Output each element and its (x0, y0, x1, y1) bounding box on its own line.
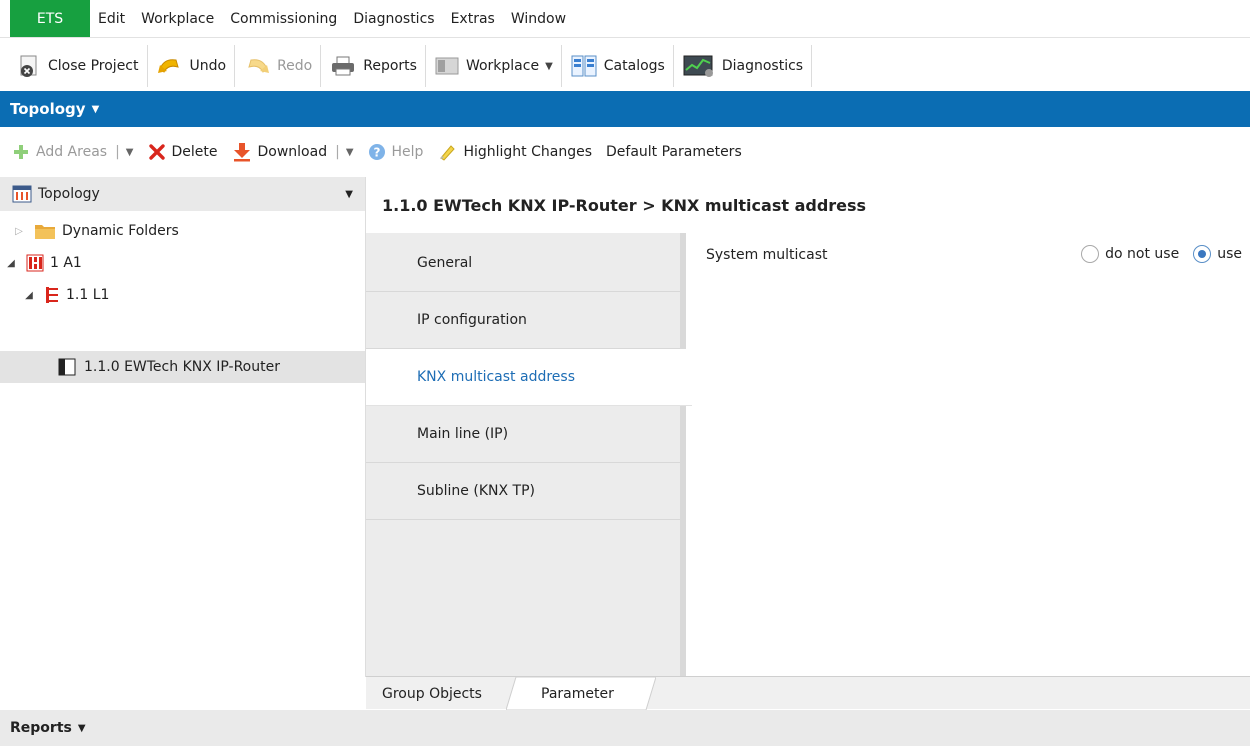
delete-button[interactable]: Delete (148, 143, 218, 161)
chevron-down-icon: ▼ (91, 103, 100, 115)
chevron-down-icon: ▼ (545, 60, 553, 72)
reports-panel-bar[interactable]: Reports ▼ (0, 710, 1250, 746)
plus-icon (14, 145, 28, 159)
menu-bar: ETS Edit Workplace Commissioning Diagnos… (0, 0, 1250, 38)
topology-tree-panel: Topology ▼ ▷ Dynamic Folders ◢ 1 A1 ◢ 1.… (0, 177, 366, 677)
menu-commissioning[interactable]: Commissioning (222, 0, 345, 37)
download-icon (233, 143, 250, 162)
tab-ip-configuration[interactable]: IP configuration (366, 292, 680, 349)
menu-edit[interactable]: Edit (90, 0, 133, 37)
folder-icon (35, 225, 55, 239)
separator: | (335, 144, 340, 160)
tab-parameter[interactable]: Parameter (541, 677, 614, 710)
chevron-down-icon: ▼ (77, 722, 86, 734)
redo-button[interactable]: Redo (235, 45, 322, 87)
tab-group-objects[interactable]: Group Objects (366, 677, 511, 710)
menu-diagnostics[interactable]: Diagnostics (345, 0, 442, 37)
workplace-button[interactable]: Workplace ▼ (426, 45, 562, 87)
highlight-changes-button[interactable]: Highlight Changes (437, 142, 592, 162)
help-button[interactable]: ? Help (368, 143, 423, 161)
device-icon (58, 358, 76, 376)
catalogs-icon (571, 55, 597, 77)
close-project-button[interactable]: Close Project (10, 45, 148, 87)
page-title: 1.1.0 EWTech KNX IP-Router > KNX multica… (382, 196, 867, 215)
menu-extras[interactable]: Extras (443, 0, 503, 37)
download-button[interactable]: Download (232, 142, 327, 162)
system-multicast-label: System multicast (706, 247, 828, 263)
ets-menu[interactable]: ETS (10, 0, 90, 37)
tree-header[interactable]: Topology ▼ (0, 177, 365, 211)
redo-icon (248, 59, 270, 73)
radio-button-icon[interactable] (1081, 245, 1100, 263)
help-icon: ? (368, 144, 385, 160)
download-dropdown-icon[interactable]: ▼ (346, 147, 354, 158)
radio-do-not-use[interactable]: do not use (1081, 245, 1179, 263)
action-bar: Add Areas | ▼ Delete Download | ▼ ? Help… (0, 133, 1250, 171)
expand-arrow-icon[interactable]: ▷ (12, 226, 26, 237)
diagnostics-icon (683, 55, 713, 77)
parameter-area: System multicast do not use use (686, 233, 1250, 676)
topology-icon (12, 185, 32, 203)
topology-panel-bar[interactable]: Topology ▼ (0, 91, 1250, 127)
tree-node-device[interactable]: 1.1.0 EWTech KNX IP-Router (0, 351, 365, 383)
tab-general[interactable]: General (366, 235, 680, 292)
collapse-arrow-icon[interactable]: ◢ (4, 258, 18, 269)
radio-use[interactable]: use (1193, 245, 1242, 263)
main-toolbar: Close Project Undo Redo Reports Workplac… (0, 42, 1250, 90)
bottom-tabs: Group Objects Parameter (366, 676, 1250, 710)
separator: | (115, 144, 120, 160)
reports-button[interactable]: Reports (321, 45, 426, 87)
add-areas-button[interactable]: Add Areas (12, 143, 107, 161)
highlighter-icon (440, 145, 456, 161)
menu-workplace[interactable]: Workplace (133, 0, 222, 37)
menu-window[interactable]: Window (503, 0, 574, 37)
tab-subline-knx-tp[interactable]: Subline (KNX TP) (366, 463, 680, 520)
parameter-tabs: General IP configuration KNX multicast a… (366, 233, 692, 676)
chevron-down-icon[interactable]: ▼ (345, 189, 353, 200)
close-project-icon (20, 55, 37, 77)
add-areas-dropdown-icon[interactable]: ▼ (126, 147, 134, 158)
tree-node-dynamic-folders[interactable]: ▷ Dynamic Folders (12, 215, 179, 247)
system-multicast-radio-group: do not use use (1067, 245, 1242, 263)
printer-icon (332, 56, 355, 76)
undo-button[interactable]: Undo (148, 45, 236, 87)
tab-knx-multicast-address[interactable]: KNX multicast address (366, 349, 692, 406)
radio-button-selected-icon[interactable] (1193, 245, 1212, 263)
svg-text:?: ? (373, 146, 380, 160)
tree-node-area[interactable]: ◢ 1 A1 (4, 247, 82, 279)
tree-node-line[interactable]: ◢ 1.1 L1 (22, 279, 109, 311)
workplace-icon (435, 57, 459, 75)
tab-main-line-ip[interactable]: Main line (IP) (366, 406, 680, 463)
undo-icon (157, 59, 179, 73)
line-icon (46, 287, 58, 303)
delete-icon (148, 144, 165, 160)
catalogs-button[interactable]: Catalogs (562, 45, 674, 87)
default-parameters-button[interactable]: Default Parameters (606, 144, 742, 160)
collapse-arrow-icon[interactable]: ◢ (22, 290, 36, 301)
area-icon (26, 254, 44, 272)
diagnostics-button[interactable]: Diagnostics (674, 45, 813, 87)
